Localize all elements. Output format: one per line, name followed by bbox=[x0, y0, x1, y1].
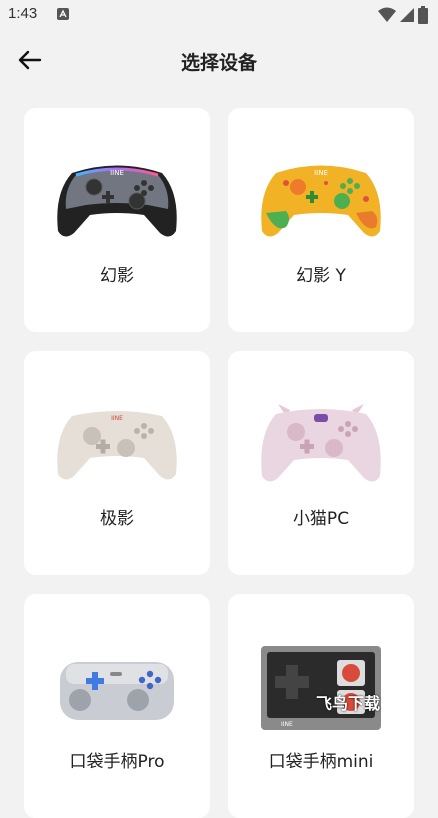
device-card-jiying[interactable]: IINE 极影 bbox=[24, 351, 210, 575]
wifi-icon bbox=[378, 7, 396, 22]
controller-pocket-pro-image bbox=[60, 662, 174, 720]
notification-app-icon bbox=[57, 8, 69, 20]
controller-phantom-y-image: IINE bbox=[261, 165, 381, 237]
device-card-kitten-pc[interactable]: 小猫PC bbox=[228, 351, 414, 575]
controller-phantom-image: IINE bbox=[57, 165, 177, 237]
device-label: 小猫PC bbox=[292, 509, 350, 529]
page-title: 选择设备 bbox=[180, 52, 257, 74]
status-bar: 1:43 bbox=[0, 0, 438, 30]
device-label: 幻影 bbox=[100, 266, 134, 286]
svg-text:IINE: IINE bbox=[314, 169, 328, 177]
device-label: 口袋手柄Pro bbox=[69, 752, 165, 772]
status-time: 1:43 bbox=[8, 5, 38, 22]
svg-text:IINE: IINE bbox=[281, 721, 293, 728]
cellular-signal-icon bbox=[400, 8, 414, 22]
device-card-phantom-y[interactable]: IINE 幻影 Y bbox=[228, 108, 414, 332]
controller-kitten-pc-image bbox=[261, 403, 381, 482]
svg-text:IINE: IINE bbox=[110, 169, 124, 177]
device-card-pocket-pro[interactable]: 口袋手柄Pro bbox=[24, 594, 210, 818]
controller-jiying-image: IINE bbox=[57, 411, 177, 480]
svg-text:IINE: IINE bbox=[111, 415, 123, 422]
controller-pocket-mini-image: IINE bbox=[261, 646, 381, 730]
device-label: 口袋手柄mini bbox=[268, 752, 374, 772]
battery-icon bbox=[418, 6, 428, 24]
watermark: 飞鸟下载 bbox=[315, 694, 380, 713]
device-label: 极影 bbox=[100, 509, 134, 529]
device-label: 幻影 Y bbox=[296, 266, 346, 286]
status-indicators bbox=[378, 6, 428, 24]
app-header: 选择设备 bbox=[0, 40, 438, 80]
device-card-phantom[interactable]: IINE 幻影 bbox=[24, 108, 210, 332]
